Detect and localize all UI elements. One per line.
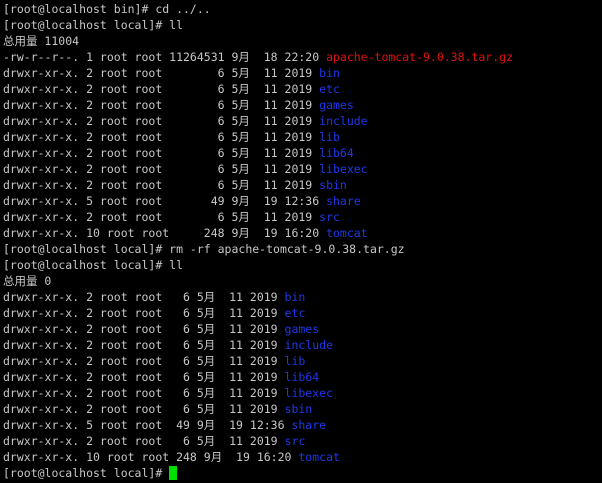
terminal-text: drwxr-xr-x. 2 root root 6 5月 11 2019 (3, 338, 285, 352)
terminal-text: drwxr-xr-x. 2 root root 6 5月 11 2019 (3, 98, 320, 112)
directory-name: libexec (319, 162, 368, 176)
command-prompt: [root@localhost local]# (3, 466, 170, 480)
terminal-line: 总用量 0 (3, 273, 602, 289)
command-prompt-line[interactable]: [root@localhost local]# (3, 465, 602, 481)
terminal-line: drwxr-xr-x. 2 root root 6 5月 11 2019 bin (3, 65, 602, 81)
terminal-line: drwxr-xr-x. 2 root root 6 5月 11 2019 gam… (3, 97, 602, 113)
terminal-text: drwxr-xr-x. 2 root root 6 5月 11 2019 (3, 306, 285, 320)
directory-name: share (291, 418, 327, 432)
directory-name: share (326, 194, 361, 208)
terminal-line: drwxr-xr-x. 2 root root 6 5月 11 2019 lib (3, 129, 602, 145)
terminal-line: drwxr-xr-x. 10 root root 248 9月 19 16:20… (3, 449, 602, 465)
directory-name: sbin (284, 402, 313, 416)
terminal-line: drwxr-xr-x. 2 root root 6 5月 11 2019 src (3, 433, 602, 449)
terminal-line: drwxr-xr-x. 2 root root 6 5月 11 2019 bin (3, 289, 602, 305)
terminal-text: drwxr-xr-x. 2 root root 6 5月 11 2019 (3, 290, 285, 304)
directory-name: lib64 (319, 146, 354, 160)
terminal-line: drwxr-xr-x. 2 root root 6 5月 11 2019 gam… (3, 321, 602, 337)
directory-name: include (284, 338, 333, 352)
terminal-line: [root@localhost local]# rm -rf apache-to… (3, 241, 602, 257)
terminal-text: drwxr-xr-x. 10 root root 248 9月 19 16:20 (3, 226, 327, 240)
terminal-line: drwxr-xr-x. 2 root root 6 5月 11 2019 lib… (3, 369, 602, 385)
terminal-text: drwxr-xr-x. 10 root root 248 9月 19 16:20 (3, 450, 299, 464)
directory-name: src (284, 434, 306, 448)
terminal-line: drwxr-xr-x. 2 root root 6 5月 11 2019 lib… (3, 385, 602, 401)
terminal-text: drwxr-xr-x. 2 root root 6 5月 11 2019 (3, 386, 285, 400)
terminal-text: drwxr-xr-x. 2 root root 6 5月 11 2019 (3, 210, 320, 224)
terminal-text: drwxr-xr-x. 5 root root 49 9月 19 12:36 (3, 418, 292, 432)
directory-name: include (319, 114, 368, 128)
terminal-output: [root@localhost bin]# cd ../.. [root@loca… (3, 1, 602, 465)
terminal-text: drwxr-xr-x. 2 root root 6 5月 11 2019 (3, 66, 320, 80)
terminal-text: drwxr-xr-x. 5 root root 49 9月 19 12:36 (3, 194, 327, 208)
archive-file-name: apache-tomcat-9.0.38.tar.gz (326, 50, 513, 64)
terminal-line: drwxr-xr-x. 5 root root 49 9月 19 12:36 s… (3, 417, 602, 433)
directory-name: etc (319, 82, 340, 96)
directory-name: lib (319, 130, 340, 144)
terminal-text: drwxr-xr-x. 2 root root 6 5月 11 2019 (3, 114, 320, 128)
directory-name: bin (284, 290, 306, 304)
terminal-text: [root@localhost local]# ll (3, 18, 184, 32)
terminal-text: drwxr-xr-x. 2 root root 6 5月 11 2019 (3, 178, 320, 192)
terminal-line: drwxr-xr-x. 2 root root 6 5月 11 2019 inc… (3, 113, 602, 129)
terminal-line: drwxr-xr-x. 2 root root 6 5月 11 2019 lib… (3, 145, 602, 161)
terminal-line: drwxr-xr-x. 2 root root 6 5月 11 2019 lib (3, 353, 602, 369)
directory-name: src (319, 210, 340, 224)
terminal-text: 总用量 0 (3, 274, 52, 288)
terminal-line: [root@localhost local]# ll (3, 257, 602, 273)
terminal-text: drwxr-xr-x. 2 root root 6 5月 11 2019 (3, 402, 285, 416)
text-cursor (169, 466, 178, 480)
directory-name: games (319, 98, 354, 112)
terminal-text: drwxr-xr-x. 2 root root 6 5月 11 2019 (3, 146, 320, 160)
terminal-line: drwxr-xr-x. 2 root root 6 5月 11 2019 src (3, 209, 602, 225)
directory-name: libexec (284, 386, 333, 400)
terminal-line: drwxr-xr-x. 2 root root 6 5月 11 2019 lib… (3, 161, 602, 177)
directory-name: etc (284, 306, 306, 320)
directory-name: tomcat (298, 450, 340, 464)
terminal-text: [root@localhost local]# rm -rf apache-to… (3, 242, 405, 256)
directory-name: bin (319, 66, 340, 80)
terminal-text: [root@localhost local]# ll (3, 258, 184, 272)
terminal-line: drwxr-xr-x. 2 root root 6 5月 11 2019 sbi… (3, 401, 602, 417)
terminal-text: [root@localhost bin]# cd ../.. (3, 2, 211, 16)
terminal-line: -rw-r--r--. 1 root root 11264531 9月 18 2… (3, 49, 602, 65)
directory-name: tomcat (326, 226, 368, 240)
terminal-line: drwxr-xr-x. 2 root root 6 5月 11 2019 etc (3, 305, 602, 321)
terminal-text: drwxr-xr-x. 2 root root 6 5月 11 2019 (3, 162, 320, 176)
terminal-text: drwxr-xr-x. 2 root root 6 5月 11 2019 (3, 130, 320, 144)
directory-name: sbin (319, 178, 347, 192)
terminal-line: drwxr-xr-x. 5 root root 49 9月 19 12:36 s… (3, 193, 602, 209)
terminal-line: [root@localhost local]# ll (3, 17, 602, 33)
directory-name: lib64 (284, 370, 320, 384)
terminal-line: 总用量 11004 (3, 33, 602, 49)
terminal-line: drwxr-xr-x. 2 root root 6 5月 11 2019 etc (3, 81, 602, 97)
terminal-text: drwxr-xr-x. 2 root root 6 5月 11 2019 (3, 82, 320, 96)
terminal-text: -rw-r--r--. 1 root root 11264531 9月 18 2… (3, 50, 327, 64)
terminal-text: drwxr-xr-x. 2 root root 6 5月 11 2019 (3, 370, 285, 384)
terminal-text: 总用量 11004 (3, 34, 80, 48)
terminal-line: drwxr-xr-x. 10 root root 248 9月 19 16:20… (3, 225, 602, 241)
terminal-line: [root@localhost bin]# cd ../.. (3, 1, 602, 17)
directory-name: lib (284, 354, 306, 368)
terminal-text: drwxr-xr-x. 2 root root 6 5月 11 2019 (3, 434, 285, 448)
terminal-line: drwxr-xr-x. 2 root root 6 5月 11 2019 sbi… (3, 177, 602, 193)
directory-name: games (284, 322, 320, 336)
terminal-text: drwxr-xr-x. 2 root root 6 5月 11 2019 (3, 354, 285, 368)
terminal-text: drwxr-xr-x. 2 root root 6 5月 11 2019 (3, 322, 285, 336)
terminal-window[interactable]: [root@localhost bin]# cd ../.. [root@loca… (0, 0, 602, 483)
terminal-line: drwxr-xr-x. 2 root root 6 5月 11 2019 inc… (3, 337, 602, 353)
